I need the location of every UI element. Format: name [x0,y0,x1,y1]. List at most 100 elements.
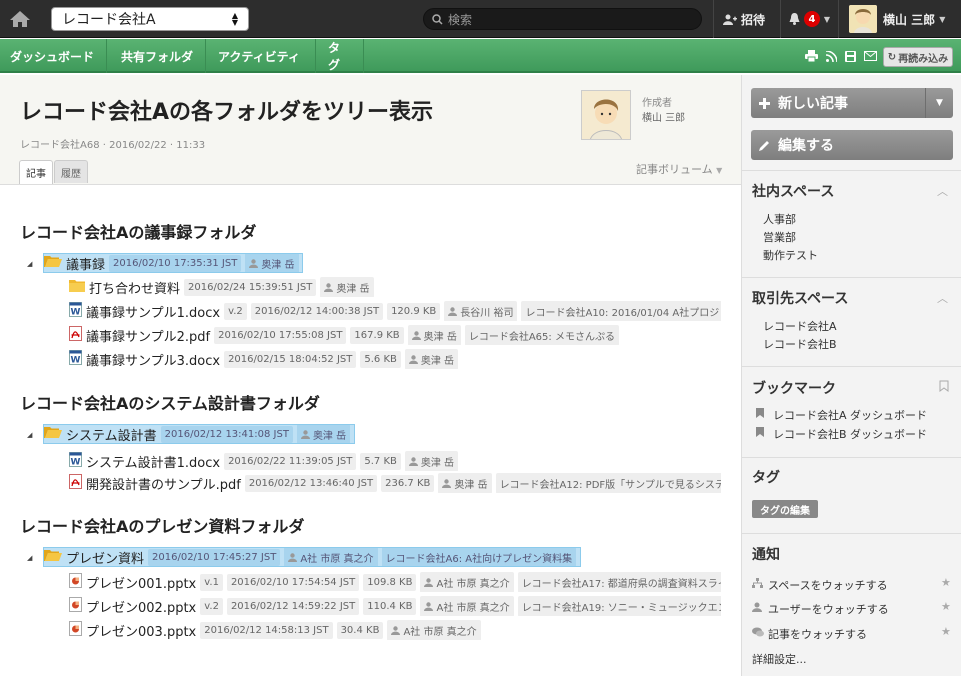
tag-text: v.2 [204,600,219,612]
file-name[interactable]: 議事録サンプル2.pdf [86,326,210,345]
save-icon[interactable] [845,50,856,62]
author-avatar[interactable] [581,90,631,140]
space-link[interactable]: レコード会社B [763,336,837,352]
tag-text: 2016/02/15 18:04:52 JST [228,353,353,365]
file-row[interactable]: プレゼン003.pptx 2016/02/12 14:58:13 JST 30.4 … [69,620,481,640]
notifications-button[interactable]: 4 ▼ [782,0,837,38]
user-tag[interactable]: A社 市原 真之介 [387,620,481,640]
article-volume-dropdown[interactable]: 記事ボリューム ▼ [636,161,722,177]
file-name[interactable]: 開発設計書のサンプル.pdf [86,474,241,493]
space-link[interactable]: 人事部 [763,211,796,227]
meta-tag: 120.9 KB [387,302,441,320]
meta-tag: 2016/02/12 14:59:22 JST [226,597,360,615]
home-icon[interactable] [0,0,40,38]
tab-shared-folder[interactable]: 共有フォルダ [107,39,206,73]
file-name[interactable]: プレゼン002.pptx [86,597,196,616]
file-row[interactable]: W 議事録サンプル1.docx v.2 2016/02/12 14:00:38 JST… [69,301,721,321]
reload-button[interactable]: ↻ 再読み込み [883,47,953,67]
edit-label: 編集する [778,138,834,154]
user-tag[interactable]: 奥津 岳 [438,473,492,493]
user-tag[interactable]: 奥津 岳 [407,325,461,345]
new-article-dropdown[interactable]: ▼ [925,88,953,118]
star-icon[interactable]: ★ [941,600,951,613]
user-tag[interactable]: 奥津 岳 [320,277,374,297]
chevron-up-icon[interactable]: ︿ [937,183,948,199]
folder-row[interactable]: 議事録 2016/02/10 17:35:31 JST 奥津 岳 [43,253,303,273]
detail-settings-link[interactable]: 詳細設定... [752,651,807,667]
watch-space-link[interactable]: スペースをウォッチする [768,577,888,593]
user-menu[interactable]: 横山 三郎 ▼ [846,0,961,38]
tag-edit-button[interactable]: タグの編集 [752,500,818,518]
file-name[interactable]: プレゼン001.pptx [86,573,196,592]
file-row[interactable]: 打ち合わせ資料 2016/02/24 15:39:51 JST 奥津 岳 [69,277,374,297]
tab-dashboard[interactable]: ダッシュボード [0,39,107,73]
user-tag[interactable]: 奥津 岳 [245,254,299,272]
tab-history[interactable]: 履歴 [54,160,88,183]
tab-article[interactable]: 記事 [19,160,53,184]
folder-name[interactable]: プレゼン資料 [66,548,144,567]
file-name[interactable]: プレゼン003.pptx [86,621,196,640]
folder-name[interactable]: システム設計書 [66,425,157,444]
folder-name[interactable]: 議事録 [66,254,105,273]
file-name[interactable]: 議事録サンプル3.docx [86,350,220,369]
article-link-tag[interactable]: レコード会社A17: 都道府県の調査資料スライ [517,572,721,592]
tab-activity[interactable]: アクティビティ [206,39,316,73]
collapse-triangle-icon[interactable]: ◢ [27,260,32,268]
rss-icon[interactable] [826,50,837,62]
space-link[interactable]: レコード会社A [763,318,837,334]
tag-text: 2016/02/12 14:00:38 JST [254,305,380,317]
file-row[interactable]: W 議事録サンプル3.docx 2016/02/15 18:04:52 JST 5.6… [69,349,459,369]
user-tag[interactable]: A社 市原 真之介 [420,572,514,592]
tag-text: 2016/02/10 17:55:08 JST [218,329,343,341]
user-tag[interactable]: 奥津 岳 [404,451,459,471]
watch-article-link[interactable]: 記事をウォッチする [768,626,867,642]
article-link-tag[interactable]: レコード会社A19: ソニー・ミュージックエン [517,596,721,616]
user-icon [408,354,421,364]
file-name[interactable]: 議事録サンプル1.docx [86,302,220,321]
bookmark-link[interactable]: レコード会社A ダッシュボード [773,407,927,423]
chevron-up-icon[interactable]: ︿ [937,290,948,306]
tag-text: レコード会社A65: メモさんぷる [468,331,615,343]
folder-row[interactable]: プレゼン資料 2016/02/10 17:45:27 JST A社 市原 真之介 レコ… [43,547,581,567]
file-row[interactable]: プレゼン002.pptx v.2 2016/02/12 14:59:22 JST 11… [69,596,721,616]
file-row[interactable]: プレゼン001.pptx v.1 2016/02/10 17:54:54 JST 10… [69,572,721,592]
user-tag[interactable]: 長谷川 裕司 [444,301,518,321]
search-input[interactable]: 検索 [423,8,702,30]
user-tag[interactable]: A社 市原 真之介 [420,596,514,616]
comments-icon [752,627,764,637]
invite-button[interactable]: 招待 [714,0,774,38]
article-link-tag[interactable]: レコード会社A12: PDF版「サンプルで見るシステ [495,473,721,493]
author-name[interactable]: 横山 三郎 [642,109,685,124]
folder-row[interactable]: システム設計書 2016/02/12 13:41:08 JST 奥津 岳 [43,424,355,444]
mail-icon[interactable] [864,51,877,61]
user-tag[interactable]: 奥津 岳 [296,425,351,443]
nav-icons [805,39,877,73]
article-link-tag[interactable]: レコード会社A65: メモさんぷる [464,325,619,345]
file-row[interactable]: W システム設計書1.docx 2016/02/22 11:39:05 JST 5.7… [69,451,459,471]
watch-user-link[interactable]: ユーザーをウォッチする [768,601,889,617]
notification-badge: 4 [803,11,820,27]
new-article-button[interactable]: 新しい記事 [751,88,953,118]
star-icon[interactable]: ★ [941,625,951,638]
star-icon[interactable]: ★ [941,576,951,589]
space-link[interactable]: 営業部 [763,229,796,245]
collapse-triangle-icon[interactable]: ◢ [27,431,32,439]
space-link[interactable]: 動作テスト [763,247,818,263]
file-name[interactable]: 打ち合わせ資料 [89,278,180,297]
bookmark-link[interactable]: レコード会社B ダッシュボード [773,426,927,442]
article-link-tag[interactable]: レコード会社A10: 2016/01/04 A社プロジ [521,301,721,321]
file-row[interactable]: 議事録サンプル2.pdf 2016/02/10 17:55:08 JST 167.9… [69,325,619,345]
tag-text: 奥津 岳 [312,430,347,442]
space-select[interactable]: レコード会社A ▲ ▼ [51,7,249,31]
tag-text: 5.7 KB [364,455,397,467]
tab-tags[interactable]: タグ [316,39,364,73]
user-tag[interactable]: 奥津 岳 [404,349,459,369]
article-link-tag[interactable]: レコード会社A6: A社向けプレゼン資料集 [381,548,577,566]
edit-button[interactable]: 編集する [751,130,953,160]
collapse-triangle-icon[interactable]: ◢ [27,554,32,562]
file-row[interactable]: 開発設計書のサンプル.pdf 2016/02/12 13:46:40 JST 236… [69,473,721,493]
bookmark-icon[interactable] [939,380,949,392]
user-tag[interactable]: A社 市原 真之介 [284,548,378,566]
file-name[interactable]: システム設計書1.docx [86,452,220,471]
print-icon[interactable] [805,50,818,62]
